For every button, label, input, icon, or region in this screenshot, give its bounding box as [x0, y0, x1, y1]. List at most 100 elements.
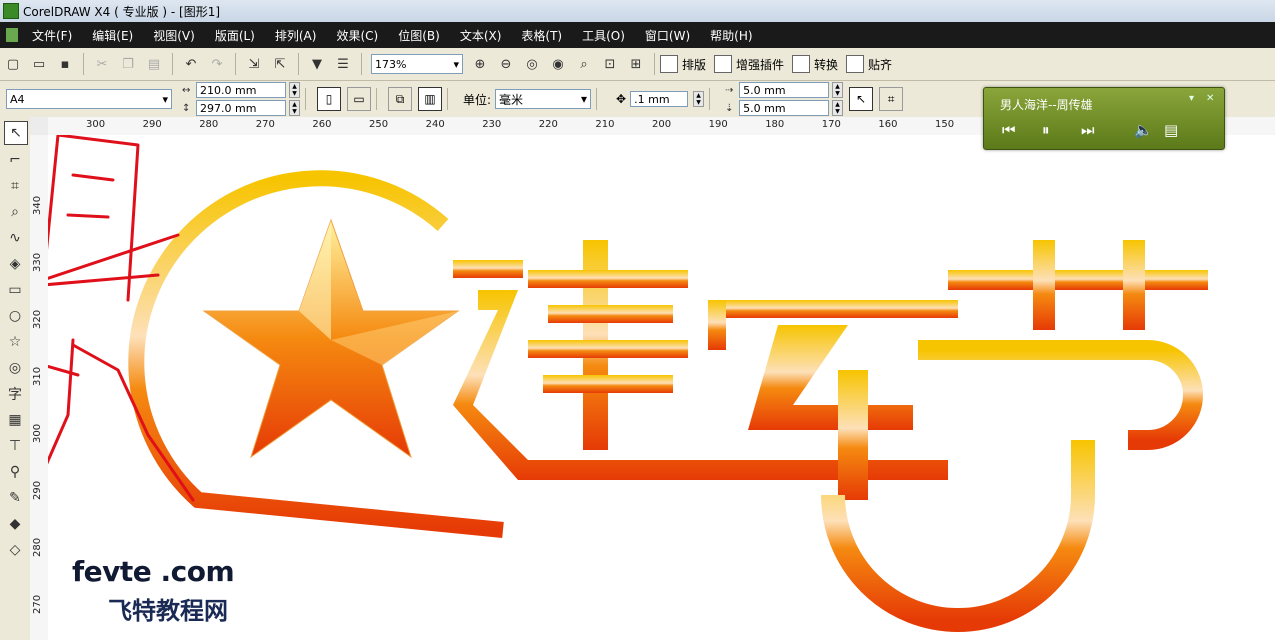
paper-size-select[interactable]: A4 ▾ [6, 89, 172, 109]
zoom-level-value: 173% [375, 57, 407, 71]
redo-icon[interactable]: ↷ [207, 54, 227, 74]
ruler-tick-label: 220 [538, 119, 558, 130]
zoom-level-select[interactable]: 173% ▾ [371, 54, 463, 74]
zoom-page-icon[interactable]: ⌕ [574, 54, 594, 74]
menu-view[interactable]: 视图(V) [153, 27, 195, 44]
music-player-widget[interactable]: 男人海洋--周传雄 ▾ ✕ ⏮ ⏸ ⏭ 🔈 ▤ [983, 87, 1225, 150]
zoom-width-icon[interactable]: ⊡ [600, 54, 620, 74]
minimize-icon[interactable]: ▾ [1189, 93, 1194, 104]
menu-tools[interactable]: 工具(O) [582, 27, 625, 44]
zoom-selected-icon[interactable]: ◎ [522, 54, 542, 74]
duplicate-y-input[interactable]: 5.0 mm [739, 100, 830, 116]
duplicate-x-input[interactable]: 5.0 mm [739, 82, 830, 98]
nudge-spinner[interactable]: ▲ ▼ [693, 91, 705, 107]
emblem-star[interactable] [202, 218, 460, 459]
paste-icon[interactable]: ▤ [144, 54, 164, 74]
dup-x-spinner[interactable]: ▲ ▼ [832, 82, 844, 98]
zoom-tool-icon[interactable]: ⌕ [4, 201, 26, 223]
toolbar-divider [447, 88, 448, 110]
freehand-tool-icon[interactable]: ∿ [4, 227, 26, 249]
import-icon[interactable]: ⇲ [244, 54, 264, 74]
menu-arrange[interactable]: 排列(A) [275, 27, 317, 44]
unit-select[interactable]: 毫米 ▾ [495, 89, 592, 109]
coreldraw-app-icon[interactable] [3, 3, 19, 19]
export-icon[interactable]: ⇱ [270, 54, 290, 74]
menu-layout[interactable]: 版面(L) [215, 27, 255, 44]
ruler-tick-label: 280 [32, 537, 43, 557]
convert-button[interactable]: 转换 [792, 55, 838, 73]
interactive-fill-icon[interactable]: ◇ [4, 539, 26, 561]
new-icon[interactable]: ▢ [3, 54, 23, 74]
toolbar-divider [83, 53, 84, 75]
outline-tool-icon[interactable]: ✎ [4, 487, 26, 509]
page-height-input[interactable]: 297.0 mm [196, 100, 286, 116]
dup-x-icon: ⇢ [725, 84, 734, 96]
page-size-fields: ↔ 210.0 mm ▲ ▼ ↕ 297.0 mm ▲ ▼ [182, 82, 300, 116]
fill-tool-icon[interactable]: ◆ [4, 513, 26, 535]
menu-file[interactable]: 文件(F) [32, 27, 72, 44]
document-icon[interactable] [6, 28, 18, 42]
char-jian[interactable] [453, 240, 948, 480]
copy-icon[interactable]: ❐ [118, 54, 138, 74]
welcome-icon[interactable]: ☰ [333, 54, 353, 74]
ruler-origin[interactable] [30, 117, 49, 136]
eyedropper-tool-icon[interactable]: ⚲ [4, 461, 26, 483]
ruler-tick-label: 340 [32, 195, 43, 215]
next-icon[interactable]: ⏭ [1081, 121, 1095, 139]
text-tool-icon[interactable]: 字 [4, 383, 26, 405]
previous-icon[interactable]: ⏮ [1002, 121, 1016, 139]
open-icon[interactable]: ▭ [29, 54, 49, 74]
menu-help[interactable]: 帮助(H) [710, 27, 752, 44]
nudge-distance-input[interactable]: .1 mm [630, 91, 689, 107]
portrait-button[interactable]: ▯ [317, 87, 341, 111]
menu-text[interactable]: 文本(X) [460, 27, 502, 44]
launcher-icon[interactable]: ▼ [307, 54, 327, 74]
layout-button[interactable]: 排版 [660, 55, 706, 73]
height-spinner[interactable]: ▲ ▼ [289, 100, 300, 116]
undo-icon[interactable]: ↶ [181, 54, 201, 74]
zoom-in-icon[interactable]: ⊕ [470, 54, 490, 74]
table-tool-icon[interactable]: ▦ [4, 409, 26, 431]
snap-button[interactable]: 贴齐 [846, 55, 892, 73]
cut-icon[interactable]: ✂ [92, 54, 112, 74]
menu-window[interactable]: 窗口(W) [645, 27, 690, 44]
treat-as-filled-button[interactable]: ↖ [849, 87, 874, 111]
dimension-tool-icon[interactable]: ⊤ [4, 435, 26, 457]
zoom-height-icon[interactable]: ⊞ [626, 54, 646, 74]
toolbox: ↖ ⌐ ⌗ ⌕ ∿ ◈ ▭ ○ ☆ ◎ 字 ▦ ⊤ ⚲ ✎ ◆ ◇ [0, 117, 31, 640]
shape-tool-icon[interactable]: ⌐ [4, 149, 26, 171]
dup-y-spinner[interactable]: ▲ ▼ [832, 100, 844, 116]
zoom-all-icon[interactable]: ◉ [548, 54, 568, 74]
pick-tool-icon[interactable]: ↖ [4, 121, 28, 145]
toolbar-divider [298, 53, 299, 75]
volume-icon[interactable]: 🔈 [1134, 121, 1153, 139]
menu-effects[interactable]: 效果(C) [336, 27, 378, 44]
unit-value: 毫米 [499, 92, 524, 107]
zoom-out-icon[interactable]: ⊖ [496, 54, 516, 74]
all-pages-button[interactable]: ⧉ [388, 87, 412, 111]
save-icon[interactable]: ▪ [55, 54, 75, 74]
page-width-input[interactable]: 210.0 mm [196, 82, 286, 98]
transform-button[interactable]: ⌗ [879, 87, 904, 111]
playlist-icon[interactable]: ▤ [1164, 121, 1178, 139]
close-icon[interactable]: ✕ [1206, 93, 1214, 104]
rectangle-tool-icon[interactable]: ▭ [4, 279, 26, 301]
vertical-ruler[interactable]: 340 330 320 310 300 290 280 270 [30, 135, 49, 640]
landscape-button[interactable]: ▭ [347, 87, 371, 111]
ruler-tick-label: 240 [425, 119, 445, 130]
polygon-tool-icon[interactable]: ☆ [4, 331, 26, 353]
smart-fill-icon[interactable]: ◈ [4, 253, 26, 275]
basic-shapes-icon[interactable]: ◎ [4, 357, 26, 379]
ellipse-tool-icon[interactable]: ○ [4, 305, 26, 327]
pause-icon[interactable]: ⏸ [1042, 121, 1050, 139]
handwritten-annotation [11, 58, 195, 502]
all-pages-icon: ⧉ [395, 91, 405, 106]
crop-tool-icon[interactable]: ⌗ [4, 175, 26, 197]
menu-bitmaps[interactable]: 位图(B) [398, 27, 440, 44]
plugin-button[interactable]: 增强插件 [714, 55, 784, 73]
current-page-button[interactable]: ▥ [418, 87, 442, 111]
select-icon: ↖ [856, 92, 867, 106]
menu-edit[interactable]: 编辑(E) [92, 27, 133, 44]
width-spinner[interactable]: ▲ ▼ [289, 82, 300, 98]
menu-table[interactable]: 表格(T) [521, 27, 562, 44]
